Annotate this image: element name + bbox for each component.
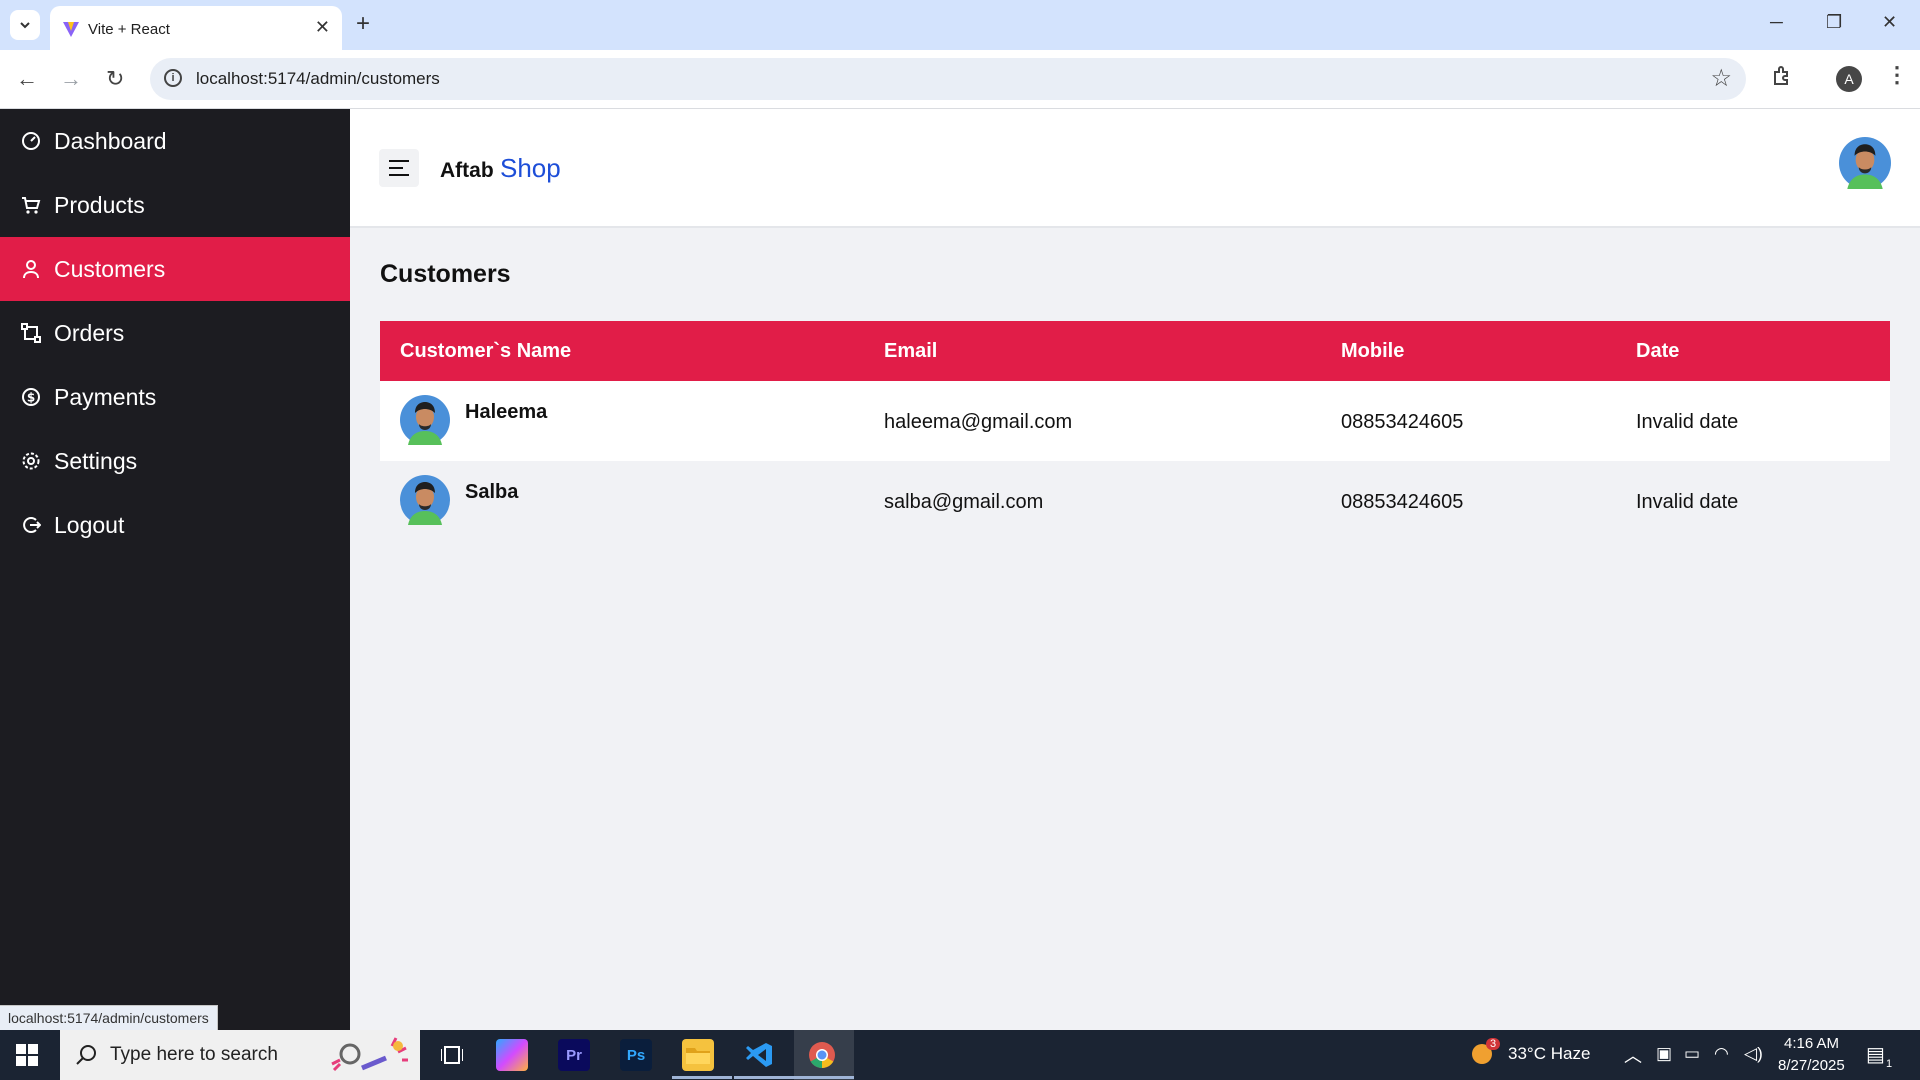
running-indicator xyxy=(734,1076,794,1079)
customer-avatar xyxy=(400,475,450,525)
sidebar-item-customers[interactable]: Customers xyxy=(0,237,350,301)
clock-time[interactable]: 4:16 AM xyxy=(1784,1035,1839,1052)
sidebar-item-products[interactable]: Products xyxy=(0,173,350,237)
brand-name-second: Shop xyxy=(500,153,561,183)
minimize-icon[interactable]: ─ xyxy=(1770,12,1783,33)
search-placeholder: Type here to search xyxy=(110,1044,278,1065)
copilot-icon[interactable] xyxy=(496,1039,528,1071)
chevron-down-icon xyxy=(20,22,30,29)
running-indicator xyxy=(672,1076,732,1079)
wifi-icon[interactable]: ◠ xyxy=(1714,1044,1729,1064)
logout-icon xyxy=(20,514,42,536)
close-tab-icon[interactable]: ✕ xyxy=(315,17,330,38)
gear-icon xyxy=(20,450,42,472)
hamburger-icon xyxy=(389,160,409,176)
vscode-icon[interactable] xyxy=(744,1039,776,1071)
column-header-name: Customer`s Name xyxy=(400,340,572,362)
windows-start-icon[interactable] xyxy=(16,1044,38,1066)
photoshop-icon[interactable]: Ps xyxy=(620,1039,652,1071)
back-icon[interactable]: ← xyxy=(16,66,38,92)
column-header-email: Email xyxy=(884,340,938,362)
user-avatar[interactable] xyxy=(1839,137,1891,189)
task-view-icon[interactable] xyxy=(436,1039,468,1071)
close-window-icon[interactable]: ✕ xyxy=(1882,12,1897,33)
browser-toolbar: ← → ↻ i localhost:5174/admin/customers ☆… xyxy=(0,50,1920,109)
customer-name: Salba xyxy=(465,481,519,503)
weather-badge: 3 xyxy=(1486,1038,1501,1050)
search-icon xyxy=(76,1045,96,1065)
sidebar-item-payments[interactable]: $ Payments xyxy=(0,365,350,429)
sidebar-item-label: Customers xyxy=(54,255,166,282)
notification-icon[interactable]: ▤ xyxy=(1866,1042,1885,1067)
chevron-up-icon[interactable]: ︿ xyxy=(1624,1042,1642,1068)
sidebar-item-label: Orders xyxy=(54,319,125,346)
sidebar-item-settings[interactable]: Settings xyxy=(0,429,350,493)
browser-tab-bar: Vite + React ✕ + ─ ❐ ✕ xyxy=(0,0,1920,50)
sidebar-item-logout[interactable]: Logout xyxy=(0,493,350,557)
customer-date: Invalid date xyxy=(1636,411,1739,433)
forward-icon[interactable]: → xyxy=(60,66,82,92)
user-icon xyxy=(20,258,42,280)
column-header-mobile: Mobile xyxy=(1341,340,1405,362)
weather-text[interactable]: 33°C Haze xyxy=(1508,1044,1590,1064)
address-bar[interactable]: i localhost:5174/admin/customers ☆ xyxy=(150,58,1746,100)
tab-search-button[interactable] xyxy=(10,10,40,40)
customer-mobile: 08853424605 xyxy=(1341,491,1464,513)
running-indicator xyxy=(794,1076,854,1079)
sidebar-item-dashboard[interactable]: Dashboard xyxy=(0,109,350,173)
site-info-icon[interactable]: i xyxy=(164,69,182,87)
extensions-icon[interactable] xyxy=(1770,64,1794,88)
clock-date[interactable]: 8/27/2025 xyxy=(1778,1057,1845,1074)
profile-avatar[interactable]: A xyxy=(1836,66,1862,92)
sidebar-item-label: Payments xyxy=(54,383,157,410)
app-header: Aftab Shop xyxy=(350,109,1920,228)
customer-avatar xyxy=(400,395,450,445)
sidebar-item-label: Products xyxy=(54,191,145,218)
gauge-icon xyxy=(20,130,42,152)
table-row[interactable]: Haleema haleema@gmail.com 08853424605 In… xyxy=(380,381,1890,461)
volume-icon[interactable]: ◁) xyxy=(1744,1044,1763,1064)
svg-text:$: $ xyxy=(27,391,35,405)
url-text[interactable]: localhost:5174/admin/customers xyxy=(196,69,440,89)
customers-table: Customer`s Name Email Mobile Date Haleem… xyxy=(380,321,1890,541)
sidebar-item-label: Logout xyxy=(54,511,125,538)
reload-icon[interactable]: ↻ xyxy=(106,66,124,92)
taskbar: Type here to search Pr Ps 3 33°C Haze ︿ … xyxy=(0,1030,1920,1080)
status-bar-url: localhost:5174/admin/customers xyxy=(0,1005,218,1031)
new-tab-button[interactable]: + xyxy=(356,10,370,38)
brand-name-first: Aftab xyxy=(440,159,494,182)
sidebar-item-label: Dashboard xyxy=(54,127,167,154)
notification-count: 1 xyxy=(1886,1058,1893,1070)
cart-icon xyxy=(20,194,42,216)
orders-icon xyxy=(20,322,42,344)
vite-logo-icon xyxy=(63,22,79,37)
table-header-row: Customer`s Name Email Mobile Date xyxy=(380,321,1890,381)
sidebar: Dashboard Products Customers Orders $ Pa… xyxy=(0,109,350,1030)
menu-toggle-button[interactable] xyxy=(379,149,419,187)
customer-email: haleema@gmail.com xyxy=(884,411,1073,433)
customer-email: salba@gmail.com xyxy=(884,491,1044,513)
tab-title: Vite + React xyxy=(88,21,170,38)
customer-name: Haleema xyxy=(465,401,548,423)
customer-mobile: 08853424605 xyxy=(1341,411,1464,433)
meet-icon[interactable]: ▣ xyxy=(1656,1044,1672,1064)
sidebar-item-orders[interactable]: Orders xyxy=(0,301,350,365)
dollar-icon: $ xyxy=(20,386,42,408)
file-explorer-icon[interactable] xyxy=(682,1039,714,1071)
taskbar-search-box[interactable]: Type here to search xyxy=(60,1030,420,1080)
search-highlight-icon xyxy=(331,1037,408,1072)
active-app-highlight xyxy=(794,1030,854,1080)
sidebar-item-label: Settings xyxy=(54,447,138,474)
page-title: Customers xyxy=(380,260,511,288)
column-header-date: Date xyxy=(1636,340,1680,362)
battery-icon[interactable]: ▭ xyxy=(1684,1044,1700,1064)
table-row[interactable]: Salba salba@gmail.com 08853424605 Invali… xyxy=(380,461,1890,541)
customer-date: Invalid date xyxy=(1636,491,1739,513)
bookmark-star-icon[interactable]: ☆ xyxy=(1710,64,1732,93)
browser-menu-icon[interactable]: ⋮ xyxy=(1886,62,1908,88)
restore-icon[interactable]: ❐ xyxy=(1826,12,1842,33)
browser-tab[interactable]: Vite + React ✕ xyxy=(50,6,342,50)
premiere-pro-icon[interactable]: Pr xyxy=(558,1039,590,1071)
